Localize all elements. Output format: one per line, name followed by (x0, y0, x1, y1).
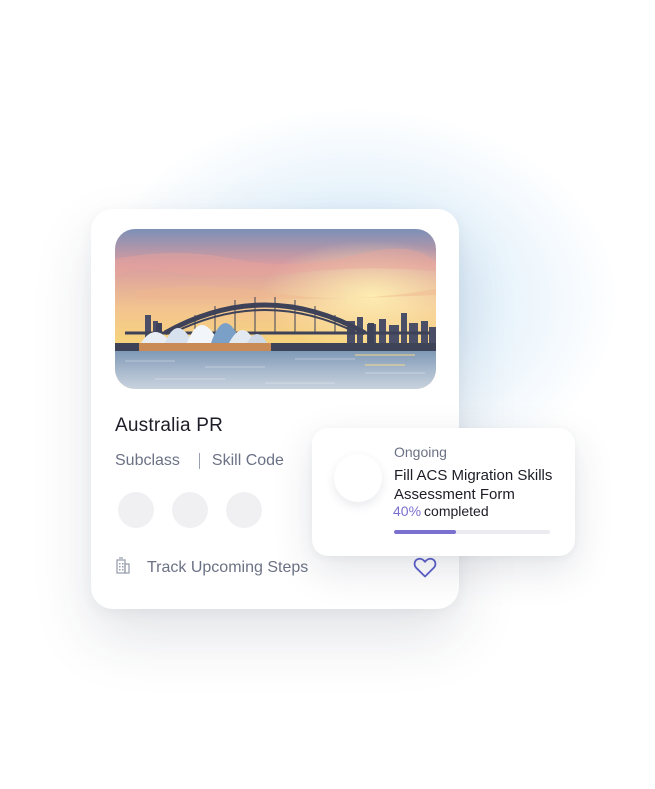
avatar-placeholder (118, 492, 154, 528)
task-title: Fill ACS Migration Skills Assessment For… (394, 467, 553, 503)
avatar-placeholder (226, 492, 262, 528)
placeholder-avatars (118, 492, 262, 528)
building-icon (115, 556, 131, 579)
avatar-placeholder (172, 492, 208, 528)
progress-suffix: completed (424, 503, 489, 519)
progress-text: 40% completed (393, 503, 489, 519)
subclass-label: Subclass (115, 452, 180, 469)
progress-bar (394, 530, 550, 534)
sydney-harbour-image (115, 229, 436, 389)
heart-icon[interactable] (413, 556, 437, 578)
progress-bar-fill (394, 530, 457, 534)
meta-divider (198, 453, 200, 469)
skill-code-label: Skill Code (211, 452, 284, 469)
ongoing-task-card[interactable]: Ongoing Fill ACS Migration Skills Assess… (312, 428, 575, 556)
card-title: Australia PR (115, 415, 223, 436)
progress-percent: 40% (393, 503, 422, 519)
track-steps-link[interactable]: Track Upcoming Steps (115, 556, 308, 579)
visa-meta: Subclass Skill Code (115, 452, 284, 470)
progress-ring (334, 454, 382, 502)
task-status: Ongoing (394, 444, 447, 460)
track-steps-label: Track Upcoming Steps (147, 558, 309, 576)
